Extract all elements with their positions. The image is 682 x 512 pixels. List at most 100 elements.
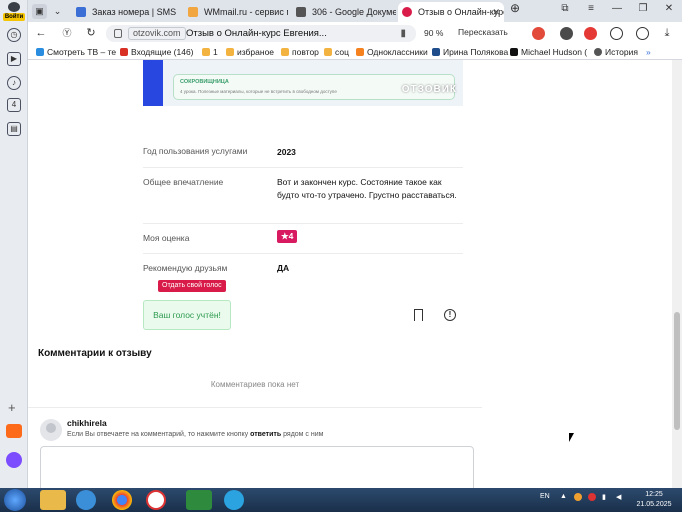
bookmark-item[interactable]: История [594,46,638,58]
comment-username: chikhirela [67,418,107,428]
bookmark-label: соц [335,47,349,57]
bookmark-icon[interactable] [414,309,423,321]
protect-icon[interactable] [636,27,649,40]
gmail-icon [120,48,128,56]
mail-icon[interactable] [6,424,22,438]
tab-label: WMmail.ru - сервис по [204,7,288,17]
close-tab-icon[interactable]: ✕ [492,2,500,22]
banner-card-heading: СОКРОВИЩНИЦА [180,79,229,85]
close-window-icon[interactable]: ✕ [662,3,676,14]
music-icon[interactable]: ♪ [7,76,21,90]
tray-expand-icon[interactable]: ▲ [560,493,567,500]
bookmark-label: избраное [237,47,275,57]
globe-icon[interactable] [76,490,96,510]
extension-adblock-icon[interactable] [532,27,545,40]
collections-toolbar-icon[interactable]: ⧉ [558,3,572,14]
report-icon[interactable]: ! [444,309,456,321]
tab-favicon [402,7,412,17]
tray-app-icon[interactable] [574,493,582,501]
bookmark-folder[interactable]: соц [324,46,349,58]
x-icon [510,48,518,56]
tab-google-docs[interactable]: 306 - Google Документ [292,2,396,22]
no-comments-text: Комментариев пока нет [210,380,300,389]
tab-label: Заказ номера | SMS-Ac [92,7,176,17]
bookmark-item[interactable]: Входящие (146) [120,46,194,58]
bookmark-folder[interactable]: избраное [226,46,274,58]
login-button[interactable]: Войти [3,2,25,22]
tab-favicon [296,7,306,17]
mouse-cursor-icon [569,433,574,442]
yandex-browser-icon[interactable] [146,490,166,510]
folder-icon [226,48,234,56]
recommend-value: ДА [277,263,290,273]
volume-icon[interactable]: ◀ [616,493,621,501]
clock[interactable]: 12:25 21.05.2025 [632,490,676,510]
rating-label: Моя оценка [143,233,190,243]
minimize-icon[interactable]: — [610,3,624,14]
more-bookmarks-icon[interactable]: » [646,46,651,58]
retell-button[interactable]: Пересказать [458,27,508,37]
video-icon[interactable]: ▶ [7,52,21,66]
collections-icon[interactable]: ▤ [7,122,21,136]
tray-opera-icon[interactable] [588,493,596,501]
comment-input[interactable] [40,446,474,488]
address-toolbar: ← Ⓨ ↻ otzovik.com Отзыв о Онлайн-курс Ев… [28,22,682,44]
yandex-icon[interactable]: Ⓨ [60,26,74,40]
bookmark-item[interactable]: Ирина Полякова [432,46,508,58]
review-page: СОКРОВИЩНИЦА 4 урока. Полезные материалы… [28,60,482,488]
browser-sidebar: Войти ◷ ▶ ♪ 4 ▤ + [0,0,28,488]
history-icon[interactable]: ◷ [7,28,21,42]
new-tab-button[interactable]: ⊕ [508,1,522,15]
bookmarks-bar: Смотреть ТВ – те Входящие (146) 1 избран… [28,44,682,60]
download-icon[interactable]: ⤓ [660,26,674,40]
zoom-level[interactable]: 90 % [424,28,443,38]
alice-assistant-icon[interactable] [6,452,22,468]
taskbar: EN ▲ ▮ ◀ 12:25 21.05.2025 [0,488,682,512]
bookmark-folder[interactable]: 1 [202,46,218,58]
telegram-icon[interactable] [224,490,244,510]
address-bar[interactable]: otzovik.com Отзыв о Онлайн-курс Евгения.… [106,25,416,42]
network-icon[interactable]: ▮ [602,493,606,501]
add-panel-icon[interactable]: + [8,400,16,415]
bookmark-item[interactable]: Michael Hudson ( [510,46,587,58]
reply-hint-bold: ответить [250,431,282,438]
vote-counted-button[interactable]: Ваш голос учтён! [143,300,231,330]
impression-label: Общее впечатление [143,177,224,187]
bookmark-page-icon[interactable]: ▮ [400,28,406,39]
tab-list-chevron-icon[interactable]: ⌄ [50,4,65,19]
bookmark-item[interactable]: Одноклассники [356,46,428,58]
back-icon[interactable]: ← [34,26,48,40]
language-indicator[interactable]: EN [540,493,550,500]
restore-icon[interactable]: ❐ [636,3,650,14]
workspace-4-icon[interactable]: 4 [7,98,21,112]
excel-icon[interactable] [186,490,212,510]
star-icon: ★ [281,231,289,241]
extension-icon[interactable] [560,27,573,40]
bookmark-item[interactable]: Смотреть ТВ – те [36,46,116,58]
reload-icon[interactable]: ↻ [84,26,98,40]
extension-shield-icon[interactable] [584,27,597,40]
review-image[interactable]: СОКРОВИЩНИЦА 4 урока. Полезные материалы… [143,60,463,106]
start-button[interactable] [4,489,26,511]
bookmark-label: повтор [292,47,319,57]
avatar [40,419,62,441]
tab-otzovik-active[interactable]: Отзыв о Онлайн-курс ✕ [398,2,504,22]
menu-icon[interactable]: ≡ [584,3,598,14]
bookmark-favicon [36,48,44,56]
tab-wmmail[interactable]: WMmail.ru - сервис по [184,2,288,22]
otzovik-watermark: ОТЗОВИК [401,84,457,95]
page-title: Отзыв о Онлайн-курс Евгения... [186,28,327,39]
extension-v-icon[interactable] [610,27,623,40]
tab-favicon [188,7,198,17]
explorer-icon[interactable] [40,490,66,510]
rating-value: 4 [288,231,294,241]
recommend-label: Рекомендую друзьям [143,263,228,273]
folder-icon [281,48,289,56]
year-row: Год пользования услугами 2023 [143,138,463,168]
tab-sms-activate[interactable]: Заказ номера | SMS-Ac [72,2,176,22]
bookmark-folder[interactable]: повтор [281,46,319,58]
tab-manager-button[interactable]: ▣ [32,4,47,19]
page-scrollbar[interactable] [672,60,682,488]
scrollbar-thumb[interactable] [674,312,680,430]
chrome-icon[interactable] [112,490,132,510]
